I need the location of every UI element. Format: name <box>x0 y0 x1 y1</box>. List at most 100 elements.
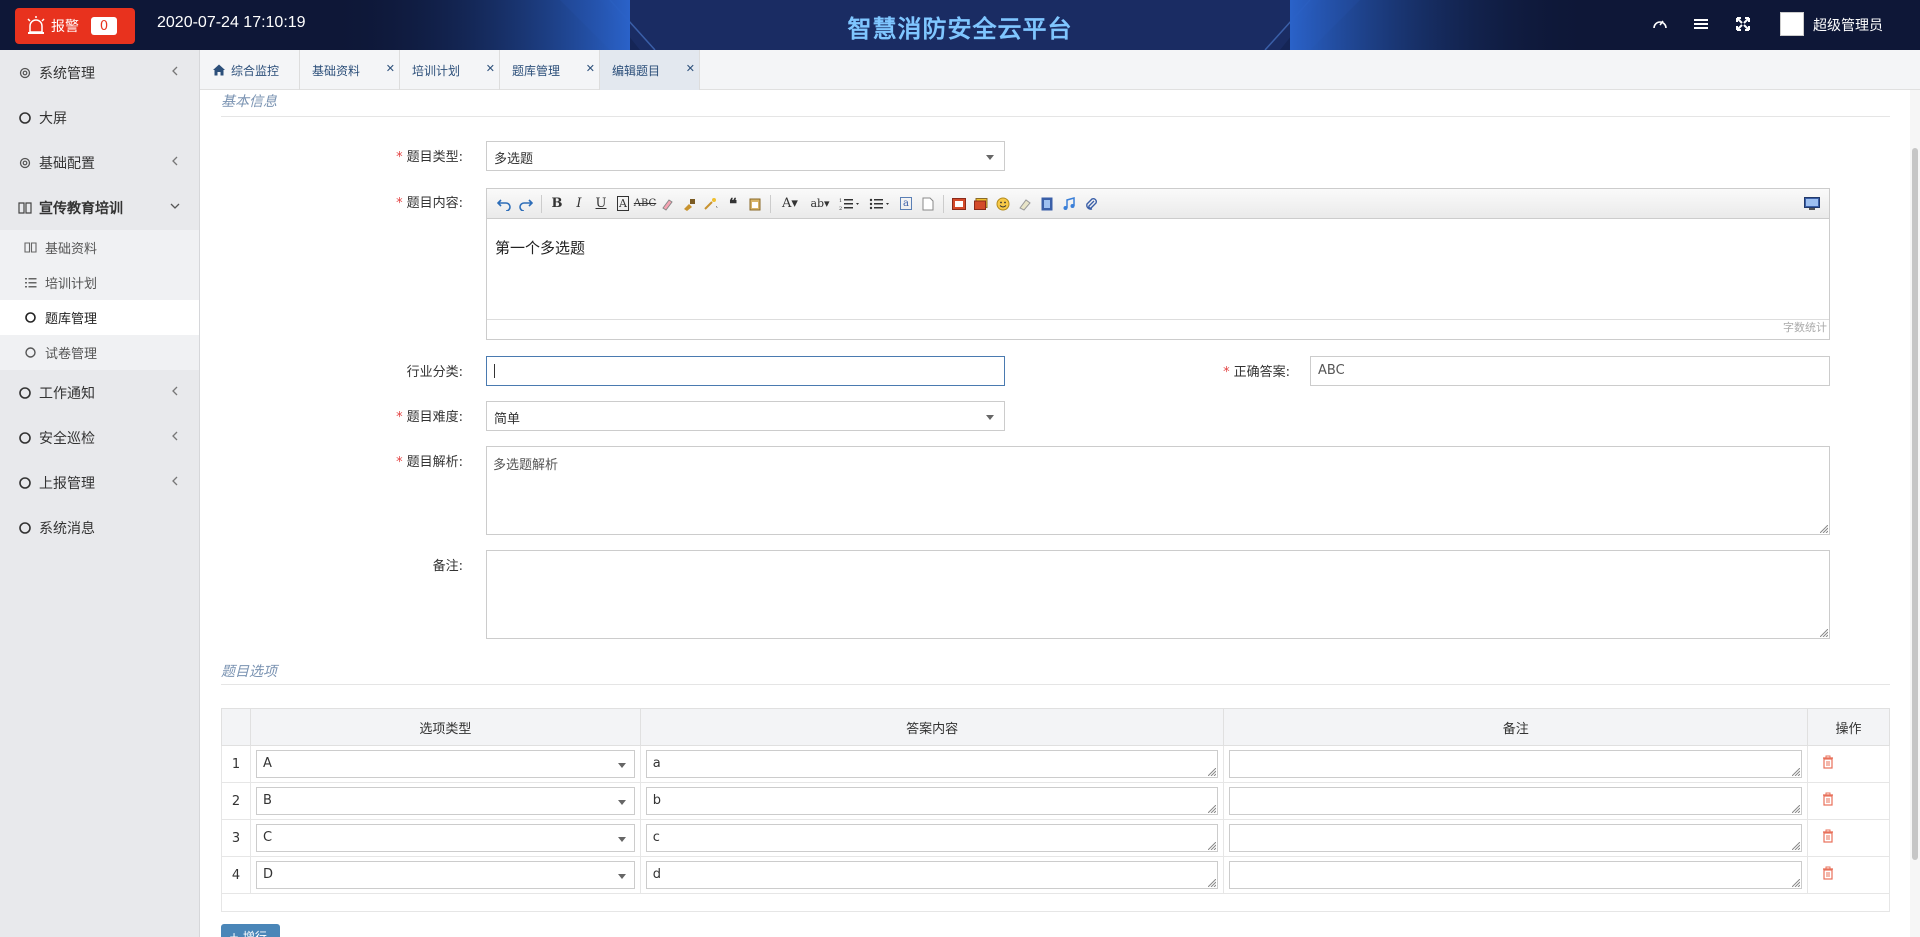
option-remark-input[interactable] <box>1229 750 1803 778</box>
sidebar-item-system[interactable]: 系统管理 <box>0 50 199 95</box>
video-icon[interactable] <box>1036 193 1058 215</box>
menu-icon[interactable] <box>1692 15 1710 33</box>
resize-handle-icon[interactable] <box>1208 805 1217 813</box>
tab-training-plan[interactable]: 培训计划 ✕ <box>400 50 500 90</box>
tab-edit-question[interactable]: 编辑题目 ✕ <box>600 50 700 90</box>
option-remark-input[interactable] <box>1229 787 1803 815</box>
close-icon[interactable]: ✕ <box>486 62 495 75</box>
question-type-label: * 题目类型: <box>396 150 463 165</box>
dashboard-icon[interactable] <box>1651 15 1669 33</box>
fullscreen-icon[interactable] <box>1734 15 1752 33</box>
column-header: 备注 <box>1223 708 1809 746</box>
tab-question-bank[interactable]: 题库管理 ✕ <box>500 50 600 90</box>
resize-handle-icon[interactable] <box>1792 805 1801 813</box>
option-type-value: C <box>262 830 273 845</box>
close-icon[interactable]: ✕ <box>586 62 595 75</box>
option-content-input[interactable]: c <box>645 824 1219 852</box>
magic-wand-icon[interactable] <box>700 193 722 215</box>
section-basic-info: 基本信息 <box>221 94 277 110</box>
resize-handle-icon[interactable] <box>1820 525 1828 533</box>
rich-text-editor[interactable]: B I U A ABC ❝ A▾ ab▾ 12 a 第一个多选题 字数统计 <box>486 188 1830 340</box>
blank-page-icon[interactable] <box>917 193 939 215</box>
resize-handle-icon[interactable] <box>1820 629 1828 637</box>
correct-answer-input[interactable]: ABC <box>1310 356 1830 386</box>
fullscreen-editor-icon[interactable] <box>1801 193 1823 215</box>
resize-handle-icon[interactable] <box>1208 842 1217 850</box>
unordered-list-icon[interactable] <box>865 193 895 215</box>
sidebar-item-education[interactable]: 宣传教育培训 <box>0 185 199 230</box>
sidebar-subitem-training-plan[interactable]: 培训计划 <box>0 265 199 300</box>
analysis-textarea[interactable]: 多选题解析 <box>486 446 1830 535</box>
sidebar-item-basic-config[interactable]: 基础配置 <box>0 140 199 185</box>
delete-icon[interactable] <box>1821 866 1835 880</box>
question-type-select[interactable]: 多选题 <box>486 141 1005 171</box>
avatar[interactable] <box>1780 12 1804 36</box>
paste-icon[interactable] <box>744 193 766 215</box>
resize-handle-icon[interactable] <box>1792 768 1801 776</box>
highlight-color-icon[interactable]: ab▾ <box>805 193 835 215</box>
tab-monitor[interactable]: 综合监控 <box>200 50 300 90</box>
link-text-icon[interactable]: a <box>895 193 917 215</box>
sidebar-item-label: 培训计划 <box>45 277 98 292</box>
resize-handle-icon[interactable] <box>1208 768 1217 776</box>
resize-handle-icon[interactable] <box>1208 879 1217 887</box>
option-content-input[interactable]: a <box>645 750 1219 778</box>
redo-icon[interactable] <box>515 193 537 215</box>
underline-icon[interactable]: U <box>590 193 612 215</box>
industry-input[interactable] <box>486 356 1005 386</box>
option-type-cell: D <box>249 856 641 894</box>
ordered-list-icon[interactable]: 12 <box>835 193 865 215</box>
add-row-button[interactable]: + 增行 <box>221 924 280 937</box>
option-type-select[interactable]: D <box>255 861 635 889</box>
sidebar-item-messages[interactable]: 系统消息 <box>0 505 199 550</box>
table-header-row: 选项类型 答案内容 备注 操作 <box>221 708 1890 746</box>
blockquote-icon[interactable]: ❝ <box>722 193 744 215</box>
sidebar-subitem-exam-paper[interactable]: 试卷管理 <box>0 335 199 370</box>
username[interactable]: 超级管理员 <box>1813 15 1883 35</box>
font-color-icon[interactable]: A▾ <box>775 193 805 215</box>
delete-icon[interactable] <box>1821 829 1835 843</box>
sidebar-item-report[interactable]: 上报管理 <box>0 460 199 505</box>
format-brush-icon[interactable] <box>678 193 700 215</box>
option-content-input[interactable]: b <box>645 787 1219 815</box>
sidebar-subitem-materials[interactable]: 基础资料 <box>0 230 199 265</box>
italic-icon[interactable]: I <box>568 193 590 215</box>
option-type-select[interactable]: B <box>255 787 635 815</box>
option-type-select[interactable]: A <box>255 750 635 778</box>
sidebar-item-work-notice[interactable]: 工作通知 <box>0 370 199 415</box>
attachment-icon[interactable] <box>1080 193 1102 215</box>
bold-icon[interactable]: B <box>546 193 568 215</box>
difficulty-select[interactable]: 简单 <box>486 401 1005 431</box>
editor-content[interactable]: 第一个多选题 <box>487 219 1829 319</box>
delete-icon[interactable] <box>1821 792 1835 806</box>
multi-image-icon[interactable] <box>970 193 992 215</box>
sidebar-subitem-question-bank[interactable]: 题库管理 <box>0 300 199 335</box>
eraser-icon[interactable] <box>656 193 678 215</box>
option-remark-input[interactable] <box>1229 861 1803 889</box>
option-type-value: A <box>262 756 272 771</box>
music-icon[interactable] <box>1058 193 1080 215</box>
resize-handle-icon[interactable] <box>1792 842 1801 850</box>
sidebar-item-patrol[interactable]: 安全巡检 <box>0 415 199 460</box>
option-content-input[interactable]: d <box>645 861 1219 889</box>
font-border-icon[interactable]: A <box>612 193 634 215</box>
text-caret <box>494 363 495 378</box>
option-remark-input[interactable] <box>1229 824 1803 852</box>
scrollbar[interactable] <box>1910 90 1920 937</box>
scrollbar-thumb[interactable] <box>1912 148 1918 860</box>
scrawl-icon[interactable] <box>1014 193 1036 215</box>
option-type-select[interactable]: C <box>255 824 635 852</box>
gear-icon <box>19 157 31 168</box>
sidebar-item-bigscreen[interactable]: 大屏 <box>0 95 199 140</box>
strikethrough-icon[interactable]: ABC <box>634 193 656 215</box>
image-icon[interactable] <box>948 193 970 215</box>
resize-handle-icon[interactable] <box>1792 879 1801 887</box>
remark-textarea[interactable] <box>486 550 1830 639</box>
delete-icon[interactable] <box>1821 755 1835 769</box>
close-icon[interactable]: ✕ <box>686 62 695 75</box>
undo-icon[interactable] <box>493 193 515 215</box>
close-icon[interactable]: ✕ <box>386 62 395 75</box>
tab-materials[interactable]: 基础资料 ✕ <box>300 50 400 90</box>
emoji-icon[interactable] <box>992 193 1014 215</box>
alarm-button[interactable]: 报警 0 <box>15 8 135 44</box>
